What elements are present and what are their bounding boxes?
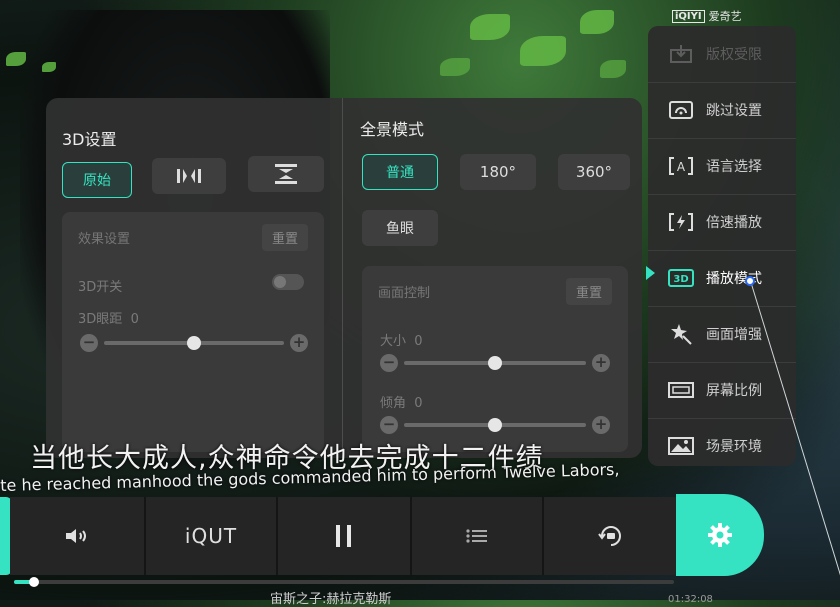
iqiyi-logo: iQIYI 爱奇艺 — [672, 8, 742, 24]
tilt-value: 0 — [414, 396, 423, 411]
gear-icon — [708, 523, 732, 547]
3d-switch-label: 3D开关 — [78, 280, 123, 295]
svg-text:A: A — [677, 160, 686, 174]
rotate-360-icon: 360° — [575, 163, 613, 181]
skip-icon — [668, 99, 694, 121]
progress-handle[interactable] — [28, 577, 39, 587]
panorama-360-button[interactable]: 360° — [558, 154, 630, 190]
3d-effect-settings: 效果设置 重置 3D开关 3D眼距 0 − + — [62, 212, 324, 452]
panorama-normal-button[interactable]: 普通 — [362, 154, 438, 190]
3d-icon: 3D — [668, 267, 694, 289]
language-icon: A — [668, 155, 694, 177]
plus-icon[interactable]: + — [592, 416, 610, 434]
active-menu-indicator — [646, 266, 655, 280]
plus-icon[interactable]: + — [290, 334, 308, 352]
episode-list-button[interactable] — [412, 497, 544, 575]
background-leaf — [6, 52, 26, 66]
progress-bar[interactable] — [14, 577, 674, 587]
menu-item-scene[interactable]: 场景环境 — [648, 418, 796, 474]
top-bottom-icon — [275, 164, 297, 184]
tilt-label: 倾角 0 — [380, 396, 423, 411]
quality-button[interactable]: iQUT — [146, 497, 278, 575]
3d-mode-side-by-side-button[interactable] — [152, 158, 226, 194]
background-leaf — [470, 14, 510, 40]
background-leaf — [580, 10, 614, 34]
menu-item-speed[interactable]: 倍速播放 — [648, 194, 796, 251]
3d-switch-toggle[interactable] — [272, 274, 304, 290]
menu-item-aspect-ratio[interactable]: 屏幕比例 — [648, 362, 796, 419]
background-leaf — [520, 36, 566, 66]
menu-item-copyright: 版权受限 — [648, 26, 796, 83]
menu-item-play-mode[interactable]: 3D 播放模式 — [648, 250, 796, 307]
3d-distance-value: 0 — [130, 312, 139, 327]
video-title: 宙斯之子:赫拉克勒斯 — [270, 592, 392, 607]
recenter-icon — [598, 526, 621, 546]
magic-wand-icon — [668, 323, 694, 345]
side-menu: 版权受限 跳过设置 A 语言选择 倍速播放 3D 播放模式 画面增强 屏幕比例 — [648, 26, 796, 466]
background-leaf — [600, 60, 626, 78]
speed-icon — [668, 211, 694, 233]
minus-icon[interactable]: − — [80, 334, 98, 352]
playback-control-bar: iQUT — [10, 497, 678, 575]
effect-reset-button[interactable]: 重置 — [261, 224, 308, 251]
menu-item-skip-settings[interactable]: 跳过设置 — [648, 82, 796, 139]
3d-distance-label: 3D眼距 0 — [78, 312, 139, 327]
minus-icon[interactable]: − — [380, 416, 398, 434]
effect-settings-header: 效果设置 — [78, 232, 131, 247]
minus-icon[interactable]: − — [380, 354, 398, 372]
3d-mode-top-bottom-button[interactable] — [248, 156, 324, 192]
volume-button[interactable] — [10, 497, 146, 575]
slider-knob[interactable] — [488, 356, 502, 370]
pause-icon — [336, 525, 351, 547]
panorama-180-button[interactable]: 180° — [460, 154, 536, 190]
download-icon — [668, 43, 694, 65]
panorama-mode-title: 全景模式 — [360, 120, 425, 139]
recenter-button[interactable] — [544, 497, 678, 575]
size-slider[interactable]: − + — [380, 354, 610, 372]
list-icon — [466, 529, 487, 543]
plus-icon[interactable]: + — [592, 354, 610, 372]
rotate-180-icon: 180° — [479, 163, 517, 181]
slider-knob[interactable] — [187, 336, 201, 350]
3d-mode-original-button[interactable]: 原始 — [62, 162, 132, 198]
svg-text:3D: 3D — [673, 274, 688, 285]
tilt-slider[interactable]: − + — [380, 416, 610, 434]
aspect-ratio-icon — [668, 379, 694, 401]
picture-control-settings: 画面控制 重置 大小 0 − + 倾角 0 − + — [362, 266, 628, 452]
playback-settings-panel: 3D设置 原始 效果设置 重置 3D开关 3D眼距 0 − + 全景模式 普通 … — [46, 98, 642, 458]
3d-settings-title: 3D设置 — [62, 130, 117, 149]
menu-item-language[interactable]: A 语言选择 — [648, 138, 796, 195]
scene-icon — [668, 435, 694, 457]
side-by-side-icon — [177, 169, 201, 183]
background-leaf — [42, 62, 56, 72]
settings-button[interactable] — [676, 494, 764, 576]
pause-button[interactable] — [278, 497, 412, 575]
panorama-fisheye-button[interactable]: 鱼眼 — [362, 210, 438, 246]
3d-distance-slider[interactable]: − + — [80, 334, 308, 352]
volume-icon — [66, 529, 86, 543]
panel-divider — [342, 98, 343, 458]
controller-pointer-dot — [745, 276, 755, 286]
slider-knob[interactable] — [488, 418, 502, 432]
quality-label: iQUT — [184, 524, 238, 548]
picture-control-reset-button[interactable]: 重置 — [565, 278, 612, 305]
size-label: 大小 0 — [380, 334, 423, 349]
background-leaf — [440, 58, 470, 76]
size-value: 0 — [414, 334, 423, 349]
picture-control-header: 画面控制 — [378, 286, 431, 301]
